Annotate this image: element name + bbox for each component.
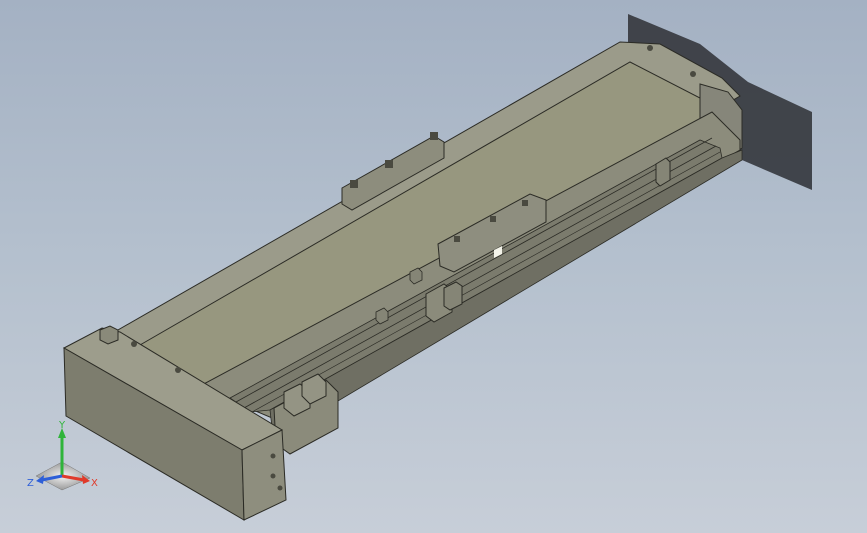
axis-triad: Y X Z — [27, 420, 98, 491]
bracket-hole — [350, 180, 358, 188]
screw-head — [647, 45, 653, 51]
3d-viewport[interactable]: Y X Z — [0, 0, 867, 533]
carriage-hole — [522, 200, 528, 206]
triad-y-label: Y — [58, 420, 66, 431]
triad-x-label: X — [91, 478, 98, 489]
sensor-block — [443, 281, 463, 311]
triad-z-label: Z — [27, 478, 34, 489]
screw-head — [270, 473, 276, 479]
carriage-hole — [454, 236, 460, 242]
linear-actuator-model[interactable] — [0, 0, 867, 533]
screw-head — [277, 485, 283, 491]
sensor-block — [655, 157, 671, 187]
carriage-hole — [490, 216, 496, 222]
screw-head — [175, 367, 181, 373]
bracket-hole — [385, 160, 393, 168]
end-block-tab — [99, 325, 119, 345]
screw-head — [270, 453, 276, 459]
bracket-hole — [430, 132, 438, 140]
screw-head — [131, 341, 137, 347]
screw-head — [690, 71, 696, 77]
